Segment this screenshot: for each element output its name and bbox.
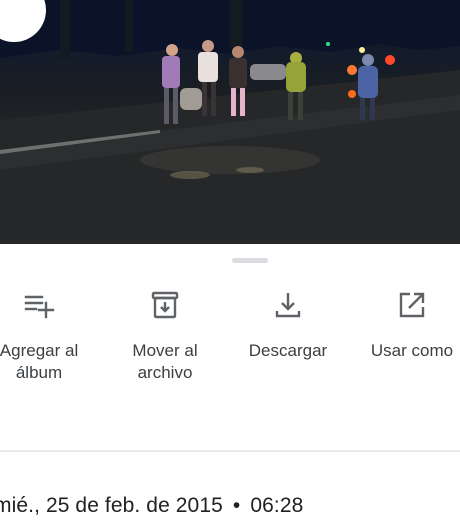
photo-datetime: mié., 25 de feb. de 2015 • 06:28 bbox=[0, 494, 303, 518]
download-label: Descargar bbox=[248, 341, 328, 360]
photo-viewer[interactable] bbox=[0, 0, 460, 244]
archive-label: Mover al archivo bbox=[132, 341, 198, 382]
add-to-album-button[interactable]: Agregar al álbum bbox=[0, 288, 94, 398]
use-as-button[interactable]: Usar como bbox=[357, 288, 460, 398]
open-external-icon bbox=[399, 292, 425, 318]
bottom-sheet: Agregar al álbum Mover al archivo Descar… bbox=[0, 244, 460, 530]
divider bbox=[0, 450, 460, 452]
datetime-separator: • bbox=[232, 494, 241, 517]
download-button[interactable]: Descargar bbox=[233, 288, 343, 398]
archive-icon bbox=[151, 291, 179, 319]
download-icon bbox=[275, 293, 301, 318]
action-row: Agregar al álbum Mover al archivo Descar… bbox=[0, 244, 460, 404]
photo-time: 06:28 bbox=[250, 494, 304, 517]
add-to-album-label: Agregar al álbum bbox=[0, 341, 79, 382]
night-road-photo bbox=[0, 0, 460, 244]
archive-button[interactable]: Mover al archivo bbox=[110, 288, 220, 398]
use-as-label: Usar como bbox=[370, 341, 454, 360]
photo-date: mié., 25 de feb. de 2015 bbox=[0, 494, 223, 517]
add-to-album-icon bbox=[24, 295, 55, 319]
